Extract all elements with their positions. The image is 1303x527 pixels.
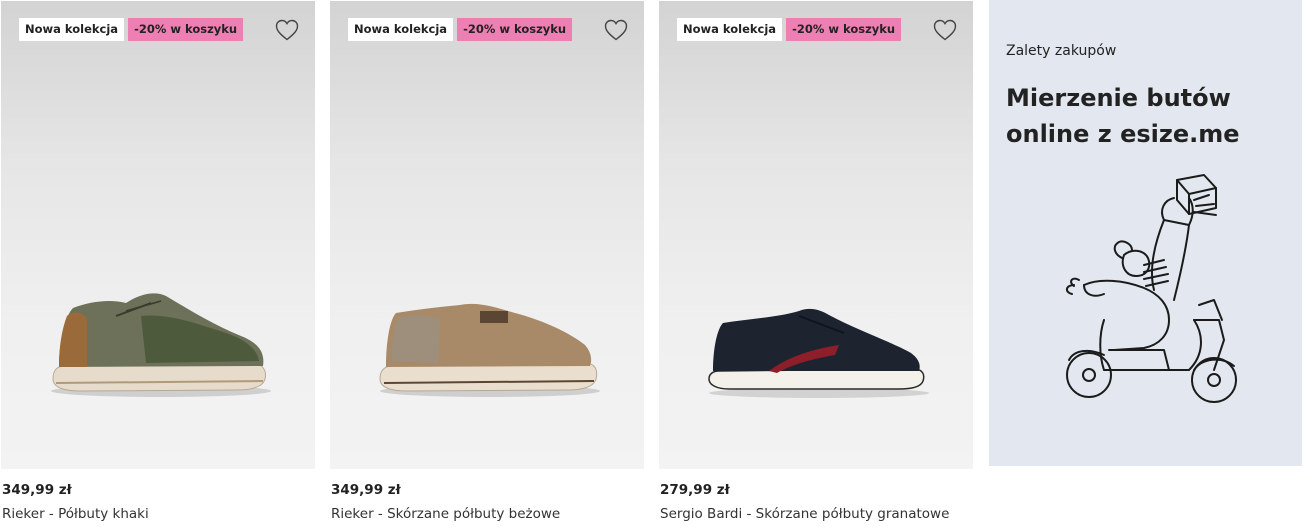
badge-group: Nowa kolekcja -20% w koszyku — [19, 18, 244, 41]
promo-title: Mierzenie butów online z esize.me — [1006, 84, 1240, 148]
promo-eyebrow: Zalety zakupów — [1006, 43, 1117, 59]
product-image[interactable]: Nowa kolekcja -20% w koszyku — [330, 1, 644, 469]
product-price: 349,99 zł — [2, 482, 72, 498]
product-price: 279,99 zł — [660, 482, 730, 498]
scooter-delivery-illustration — [1066, 174, 1237, 403]
heart-outline-icon[interactable] — [275, 19, 299, 41]
product-card[interactable]: Nowa kolekcja -20% w koszyku 279,99 zł S… — [659, 0, 975, 527]
new-collection-badge: Nowa kolekcja — [19, 18, 125, 41]
product-name[interactable]: Rieker - Skórzane półbuty beżowe — [331, 506, 560, 522]
heart-outline-icon[interactable] — [933, 19, 957, 41]
product-card[interactable]: Nowa kolekcja -20% w koszyku 349,99 zł R… — [330, 0, 646, 527]
heart-outline-icon[interactable] — [604, 19, 628, 41]
shoe-navy-image — [708, 308, 929, 398]
discount-badge: -20% w koszyku — [457, 18, 573, 41]
badge-group: Nowa kolekcja -20% w koszyku — [348, 18, 573, 41]
discount-badge: -20% w koszyku — [786, 18, 902, 41]
promo-card-esize[interactable]: Zalety zakupów Mierzenie butów online z … — [989, 0, 1302, 466]
new-collection-badge: Nowa kolekcja — [677, 18, 783, 41]
product-price: 349,99 zł — [331, 482, 401, 498]
product-name[interactable]: Rieker - Półbuty khaki — [2, 506, 149, 522]
product-name[interactable]: Sergio Bardi - Skórzane półbuty granatow… — [660, 506, 949, 522]
product-grid: Nowa kolekcja -20% w koszyku 349,99 zł R… — [0, 0, 1303, 527]
shoe-khaki-image — [51, 293, 271, 397]
product-image[interactable]: Nowa kolekcja -20% w koszyku — [1, 1, 315, 469]
product-card[interactable]: Nowa kolekcja -20% w koszyku 349,99 zł R… — [1, 0, 317, 527]
badge-group: Nowa kolekcja -20% w koszyku — [677, 18, 902, 41]
new-collection-badge: Nowa kolekcja — [348, 18, 454, 41]
product-image[interactable]: Nowa kolekcja -20% w koszyku — [659, 1, 973, 469]
shoe-beige-image — [379, 303, 600, 397]
discount-badge: -20% w koszyku — [128, 18, 244, 41]
